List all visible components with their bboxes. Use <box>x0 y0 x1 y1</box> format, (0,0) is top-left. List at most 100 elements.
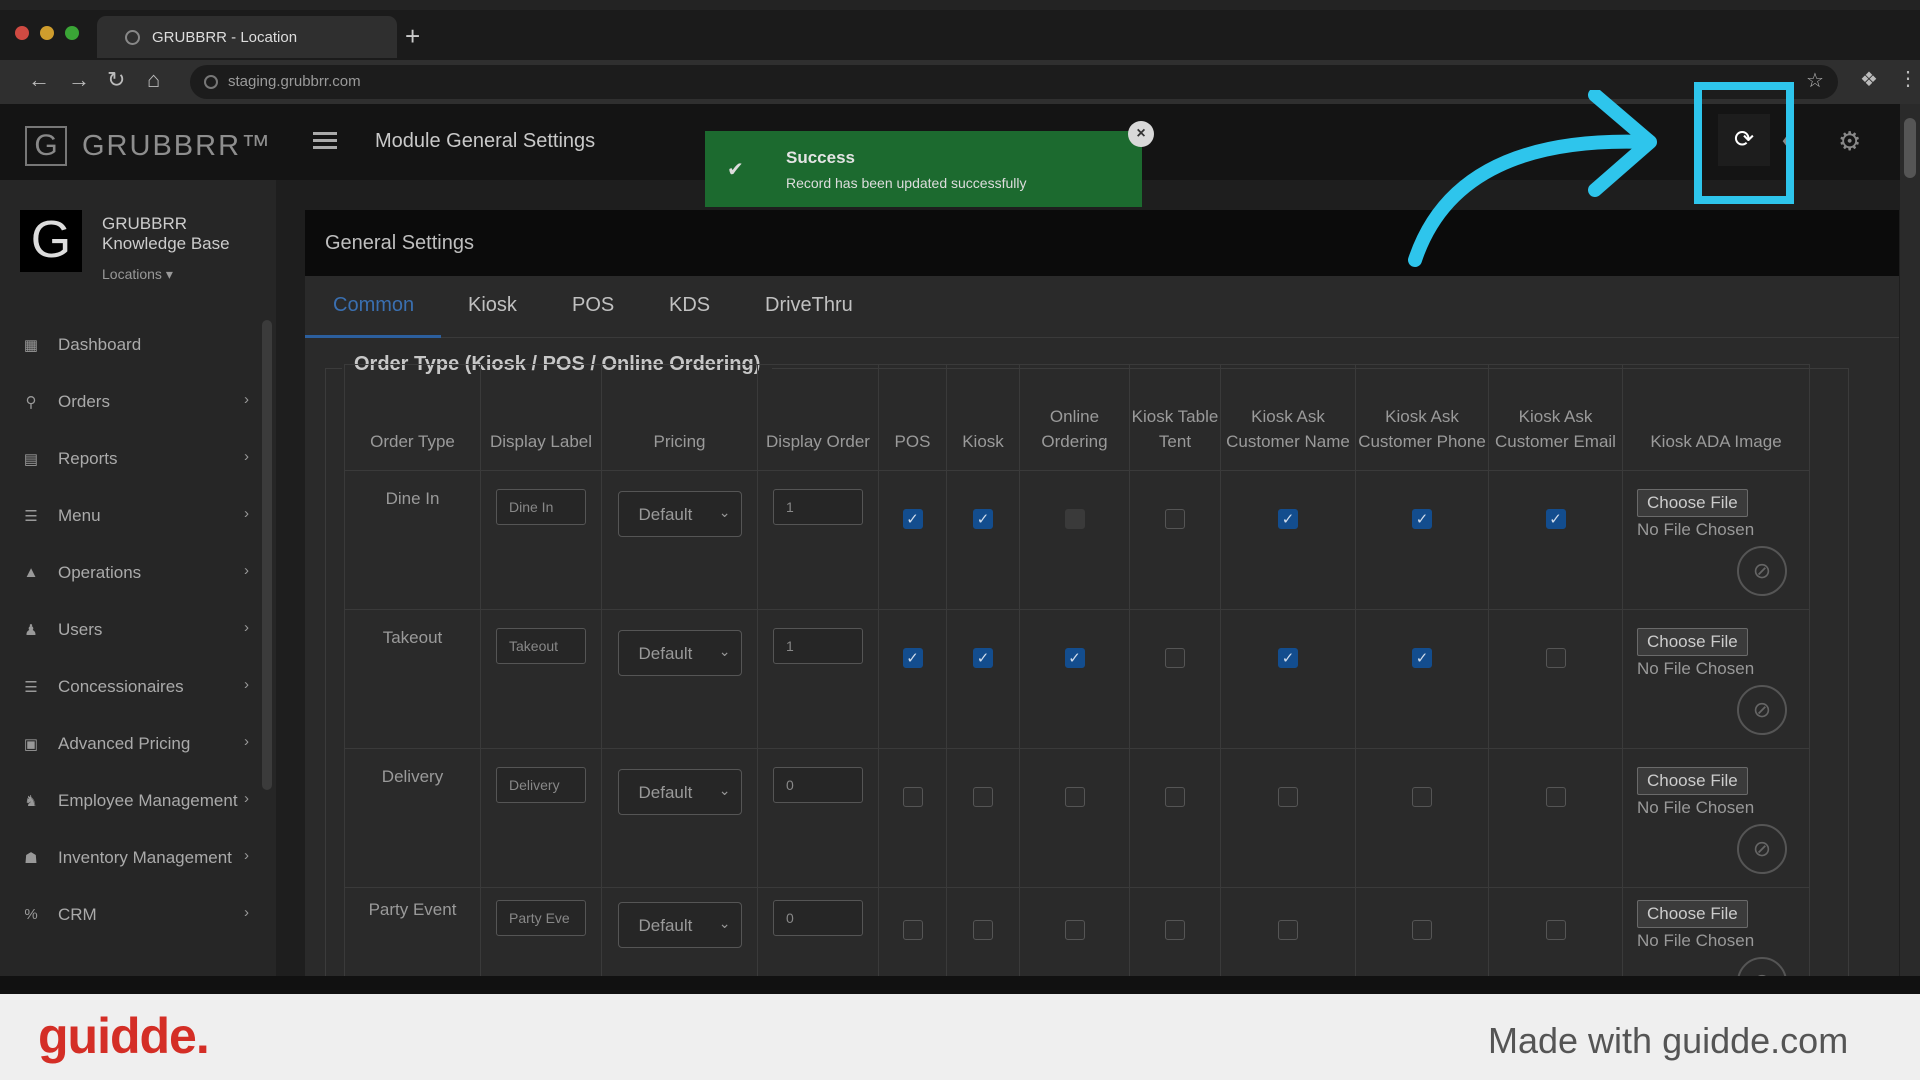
display-order-input[interactable]: 1 <box>773 489 863 525</box>
page-scrollbar[interactable] <box>1900 104 1920 976</box>
close-window-button[interactable] <box>15 26 29 40</box>
chevron-right-icon: › <box>244 733 249 750</box>
sidebar-item-menu[interactable]: ☰ Menu › <box>0 497 262 537</box>
minimize-window-button[interactable] <box>40 26 54 40</box>
kiosk-table-tent-checkbox[interactable] <box>1165 920 1185 940</box>
kiosk-checkbox[interactable]: ✓ <box>973 509 993 529</box>
online-ordering-checkbox[interactable] <box>1064 787 1085 807</box>
org-avatar: G <box>20 210 82 272</box>
kiosk-checkbox[interactable]: ✓ <box>973 648 993 668</box>
pricing-select[interactable]: Default ⌄ <box>617 630 742 676</box>
display-label-input[interactable]: Party Eve <box>496 900 586 936</box>
sidebar-item-crm[interactable]: % CRM › <box>0 896 262 936</box>
toast-close-button[interactable]: × <box>1128 121 1154 147</box>
checkbox-cell: ✓ <box>946 609 1020 749</box>
success-toast: ✔ Success Record has been updated succes… <box>705 131 1142 207</box>
home-icon[interactable]: ⌂ <box>147 68 160 92</box>
bookmark-star-icon[interactable]: ☆ <box>1806 68 1824 93</box>
ask-email-checkbox[interactable] <box>1545 920 1566 940</box>
sidebar-item-users[interactable]: ♟ Users › <box>0 611 262 651</box>
pricing-cell: Default ⌄ <box>601 609 758 749</box>
choose-file-button[interactable]: Choose File <box>1637 900 1748 928</box>
display-order-input[interactable]: 0 <box>773 767 863 803</box>
kiosk-table-tent-checkbox[interactable] <box>1165 648 1185 668</box>
pos-checkbox[interactable] <box>902 920 923 940</box>
tab-kiosk[interactable]: Kiosk <box>468 294 517 317</box>
display-label-input[interactable]: Delivery <box>496 767 586 803</box>
checkbox-cell: ✓ <box>1220 470 1356 610</box>
checkbox-cell: ✓ <box>946 470 1020 610</box>
kiosk-checkbox[interactable] <box>973 920 993 940</box>
pricing-select[interactable]: Default ⌄ <box>617 769 742 815</box>
ask-email-checkbox[interactable]: ✓ <box>1545 509 1566 529</box>
choose-file-button[interactable]: Choose File <box>1637 767 1748 795</box>
checkbox-cell: ✓ <box>878 609 947 749</box>
guidde-footer: guidde. Made with guidde.com <box>0 994 1920 1080</box>
ask-name-checkbox[interactable] <box>1278 787 1298 807</box>
sidebar-item-reports[interactable]: ▤ Reports › <box>0 440 262 480</box>
url-text[interactable]: staging.grubbrr.com <box>228 73 361 90</box>
pricing-cell: Default ⌄ <box>601 470 758 610</box>
ask-name-checkbox[interactable] <box>1278 920 1298 940</box>
sidebar-item-inventory-management[interactable]: ☗ Inventory Management › <box>0 839 262 879</box>
kiosk-checkbox[interactable] <box>973 787 993 807</box>
back-arrow-icon[interactable]: ← <box>28 68 50 92</box>
pricing-select[interactable]: Default ⌄ <box>617 491 742 537</box>
more-vertical-icon[interactable]: ⋮ <box>1898 66 1918 91</box>
sidebar-item-orders[interactable]: ⚲ Orders › <box>0 383 262 423</box>
pricing-select[interactable]: Default ⌄ <box>617 902 742 948</box>
online-ordering-checkbox[interactable] <box>1064 920 1085 940</box>
ask-phone-checkbox[interactable]: ✓ <box>1412 648 1432 668</box>
tab-kds[interactable]: KDS <box>669 294 710 317</box>
locations-dropdown[interactable]: Locations ▾ <box>102 266 173 283</box>
sidebar-item-employee-management[interactable]: ♞ Employee Management › <box>0 782 262 822</box>
pos-checkbox[interactable]: ✓ <box>902 509 923 529</box>
extensions-puzzle-icon[interactable]: ❖ <box>1860 67 1878 92</box>
site-info-icon[interactable] <box>204 75 218 89</box>
ask-email-checkbox[interactable] <box>1545 648 1566 668</box>
sidebar-scrollbar[interactable] <box>262 320 272 790</box>
tab-drivethru[interactable]: DriveThru <box>765 294 853 317</box>
sidebar-item-label: Reports <box>58 449 118 468</box>
scrollbar-thumb[interactable] <box>1904 118 1916 178</box>
order-type-table: Order Type Display Label Pricing Display… <box>344 364 1810 976</box>
gear-icon[interactable]: ⚙ <box>1838 126 1861 157</box>
list-icon: ☰ <box>24 679 38 696</box>
choose-file-button[interactable]: Choose File <box>1637 489 1748 517</box>
display-label-input[interactable]: Takeout <box>496 628 586 664</box>
display-order-input[interactable]: 0 <box>773 900 863 936</box>
ask-name-checkbox[interactable]: ✓ <box>1278 509 1298 529</box>
ask-phone-checkbox[interactable]: ✓ <box>1412 509 1432 529</box>
online-ordering-checkbox[interactable]: ✓ <box>1064 648 1085 668</box>
main-content: General Settings Common Kiosk POS KDS Dr… <box>276 180 1900 976</box>
hamburger-menu-icon[interactable] <box>313 132 337 150</box>
browser-tab[interactable]: GRUBBRR - Location <box>97 16 397 58</box>
no-camera-icon: ⊘ <box>1737 824 1787 874</box>
choose-file-button[interactable]: Choose File <box>1637 628 1748 656</box>
ask-phone-checkbox[interactable] <box>1412 920 1432 940</box>
ask-phone-checkbox[interactable] <box>1412 787 1432 807</box>
new-tab-button[interactable]: + <box>405 22 420 50</box>
sidebar-item-concessionaires[interactable]: ☰ Concessionaires › <box>0 668 262 708</box>
bottom-strip <box>0 976 1920 994</box>
col-header: Order Type <box>344 364 481 471</box>
kiosk-table-tent-checkbox[interactable] <box>1165 509 1185 529</box>
forward-arrow-icon[interactable]: → <box>68 68 90 92</box>
sidebar-item-dashboard[interactable]: ▦ Dashboard <box>0 326 262 366</box>
ask-name-checkbox[interactable]: ✓ <box>1278 648 1298 668</box>
pos-checkbox[interactable]: ✓ <box>902 648 923 668</box>
table-row: Takeout Takeout Default ⌄ 1 ✓ ✓ ✓ ✓ ✓ Choose File N… <box>344 609 1810 749</box>
ask-email-checkbox[interactable] <box>1545 787 1566 807</box>
pointer-arrow-icon <box>1408 90 1657 267</box>
display-order-input[interactable]: 1 <box>773 628 863 664</box>
active-tab-indicator <box>305 335 441 338</box>
pos-checkbox[interactable] <box>902 787 923 807</box>
display-label-input[interactable]: Dine In <box>496 489 586 525</box>
maximize-window-button[interactable] <box>65 26 79 40</box>
tab-pos[interactable]: POS <box>572 294 614 317</box>
reload-icon[interactable]: ↻ <box>107 68 125 92</box>
sidebar-item-operations[interactable]: ▲ Operations › <box>0 554 262 594</box>
kiosk-table-tent-checkbox[interactable] <box>1165 787 1185 807</box>
tab-common[interactable]: Common <box>333 294 414 317</box>
sidebar-item-advanced-pricing[interactable]: ▣ Advanced Pricing › <box>0 725 262 765</box>
